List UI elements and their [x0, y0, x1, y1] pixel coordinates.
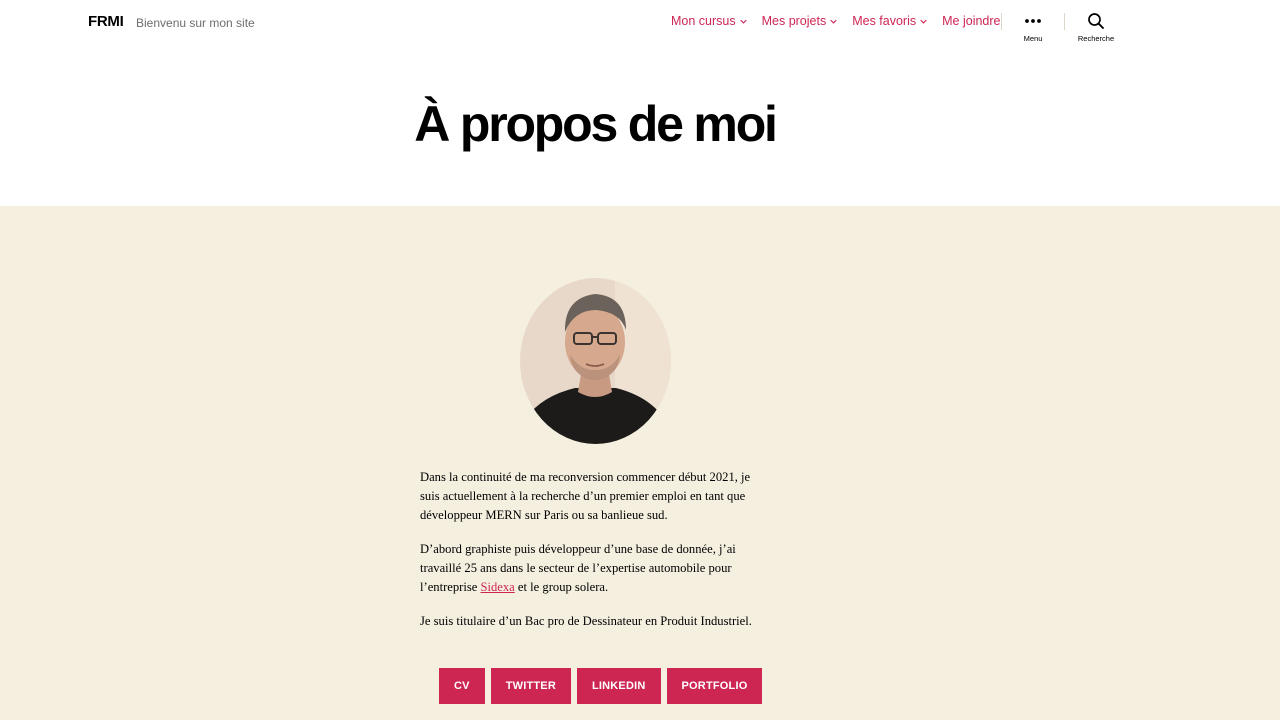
nav-item-me-joindre[interactable]: Me joindre: [942, 14, 1000, 28]
chevron-down-icon: [830, 19, 837, 24]
nav-item-mes-projets[interactable]: Mes projets: [762, 14, 838, 28]
menu-label: Menu: [1023, 34, 1043, 43]
page-title: À propos de moi: [414, 96, 778, 152]
site-title[interactable]: FRMI: [88, 13, 124, 30]
portfolio-button[interactable]: PORTFOLIO: [666, 668, 763, 704]
page-title-wrap: À propos de moi: [0, 95, 1280, 153]
search-icon: [1088, 13, 1104, 29]
header-divider: [1064, 13, 1065, 30]
about-paragraph-2: D’abord graphiste puis développeur d’une…: [420, 540, 760, 597]
menu-toggle-button[interactable]: Menu: [1003, 12, 1063, 43]
site-header: FRMI Bienvenu sur mon site Mon cursus Me…: [0, 0, 1280, 62]
about-paragraph-1: Dans la continuité de ma reconversion co…: [420, 470, 751, 522]
chevron-down-icon: [920, 19, 927, 24]
about-text: Dans la continuité de ma reconversion co…: [420, 468, 760, 646]
nav-item-label: Mon cursus: [671, 14, 736, 28]
nav-item-mon-cursus[interactable]: Mon cursus: [671, 14, 747, 28]
more-horizontal-icon: [1025, 19, 1041, 23]
nav-item-label: Mes favoris: [852, 14, 917, 28]
nav-item-label: Me joindre: [942, 14, 1001, 28]
paragraph-text: et le group solera.: [514, 580, 609, 594]
linkedin-button[interactable]: LINKEDIN: [576, 668, 661, 704]
about-paragraph-3: Je suis titulaire d’un Bac pro de Dessin…: [420, 614, 752, 628]
chevron-down-icon: [739, 19, 747, 24]
search-label: Recherche: [1077, 34, 1115, 43]
primary-nav: Mon cursus Mes projets Mes favoris Me jo…: [671, 14, 1001, 28]
twitter-button[interactable]: TWITTER: [490, 668, 571, 704]
nav-item-label: Mes projets: [761, 14, 827, 28]
cv-button[interactable]: CV: [439, 668, 485, 704]
nav-item-mes-favoris[interactable]: Mes favoris: [852, 14, 927, 28]
page-content: Dans la continuité de ma reconversion co…: [0, 206, 1280, 720]
header-divider: [1001, 13, 1002, 30]
avatar-image: [520, 278, 671, 444]
search-toggle-button[interactable]: Recherche: [1066, 12, 1126, 43]
link-buttons: CV TWITTER LINKEDIN PORTFOLIO: [439, 668, 763, 704]
sidexa-link[interactable]: Sidexa: [481, 580, 515, 594]
site-description: Bienvenu sur mon site: [136, 16, 255, 30]
profile-photo: [520, 278, 671, 444]
